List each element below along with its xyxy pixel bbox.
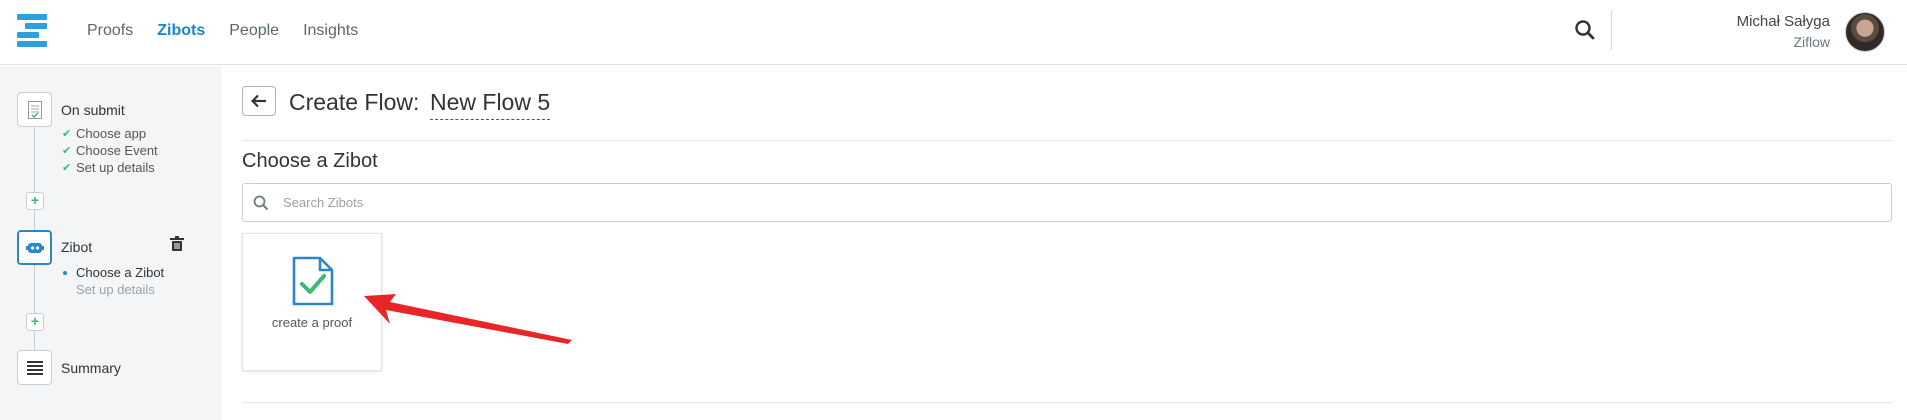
back-button[interactable] — [242, 86, 276, 116]
check-icon: ✔ — [62, 145, 72, 157]
flow-steps-sidebar: On submit ✔ Choose app ✔ Choose Event ✔ Set… — [0, 66, 222, 420]
substep-set-up-details[interactable]: ✔ Set up details — [62, 160, 155, 175]
top-navigation-bar: Proofs Zibots People Insights Michał Sał… — [0, 0, 1907, 65]
divider — [242, 140, 1892, 141]
step-connector — [34, 261, 35, 351]
trash-icon[interactable] — [170, 236, 184, 251]
step-title-zibot[interactable]: Zibot — [61, 239, 92, 255]
list-icon — [26, 360, 43, 375]
proof-document-icon — [292, 256, 334, 306]
robot-icon — [25, 242, 44, 253]
section-title: Choose a Zibot — [242, 150, 378, 172]
ziflow-logo-icon[interactable] — [17, 14, 49, 47]
check-icon: ✔ — [62, 128, 72, 140]
main-nav: Proofs Zibots People Insights — [87, 0, 382, 62]
arrow-left-icon — [251, 94, 266, 108]
nav-proofs[interactable]: Proofs — [87, 22, 133, 40]
divider — [242, 402, 1892, 403]
add-step-button[interactable]: + — [26, 313, 44, 331]
user-organization: Ziflow — [1793, 34, 1830, 50]
zibot-search-box — [242, 183, 1892, 222]
substep-choose-app[interactable]: ✔ Choose app — [62, 126, 146, 141]
user-name[interactable]: Michał Sałyga — [1737, 13, 1830, 30]
annotation-arrow-icon — [364, 294, 572, 344]
page-title: Create Flow: — [289, 89, 420, 115]
nav-insights[interactable]: Insights — [303, 22, 358, 40]
search-icon[interactable] — [1574, 19, 1596, 41]
step-zibot-icon[interactable] — [17, 230, 52, 265]
document-icon — [27, 100, 42, 119]
step-title-on-submit[interactable]: On submit — [61, 102, 125, 118]
nav-people[interactable]: People — [229, 22, 279, 40]
current-step-dot-icon — [62, 265, 76, 280]
header-divider — [1611, 10, 1612, 50]
flow-name-editable[interactable]: New Flow 5 — [430, 89, 551, 120]
step-title-summary[interactable]: Summary — [61, 360, 121, 376]
substep-set-up-details: Set up details — [76, 282, 155, 297]
substep-choose-event[interactable]: ✔ Choose Event — [62, 143, 158, 158]
search-input[interactable] — [283, 184, 1873, 221]
search-icon — [253, 195, 269, 211]
add-step-button[interactable]: + — [26, 192, 44, 210]
substep-choose-a-zibot[interactable]: Choose a Zibot — [62, 265, 164, 280]
step-on-submit-icon[interactable] — [17, 92, 52, 127]
avatar[interactable] — [1845, 12, 1885, 52]
nav-zibots[interactable]: Zibots — [157, 22, 205, 40]
step-summary-icon[interactable] — [17, 350, 52, 385]
check-icon: ✔ — [62, 162, 72, 174]
